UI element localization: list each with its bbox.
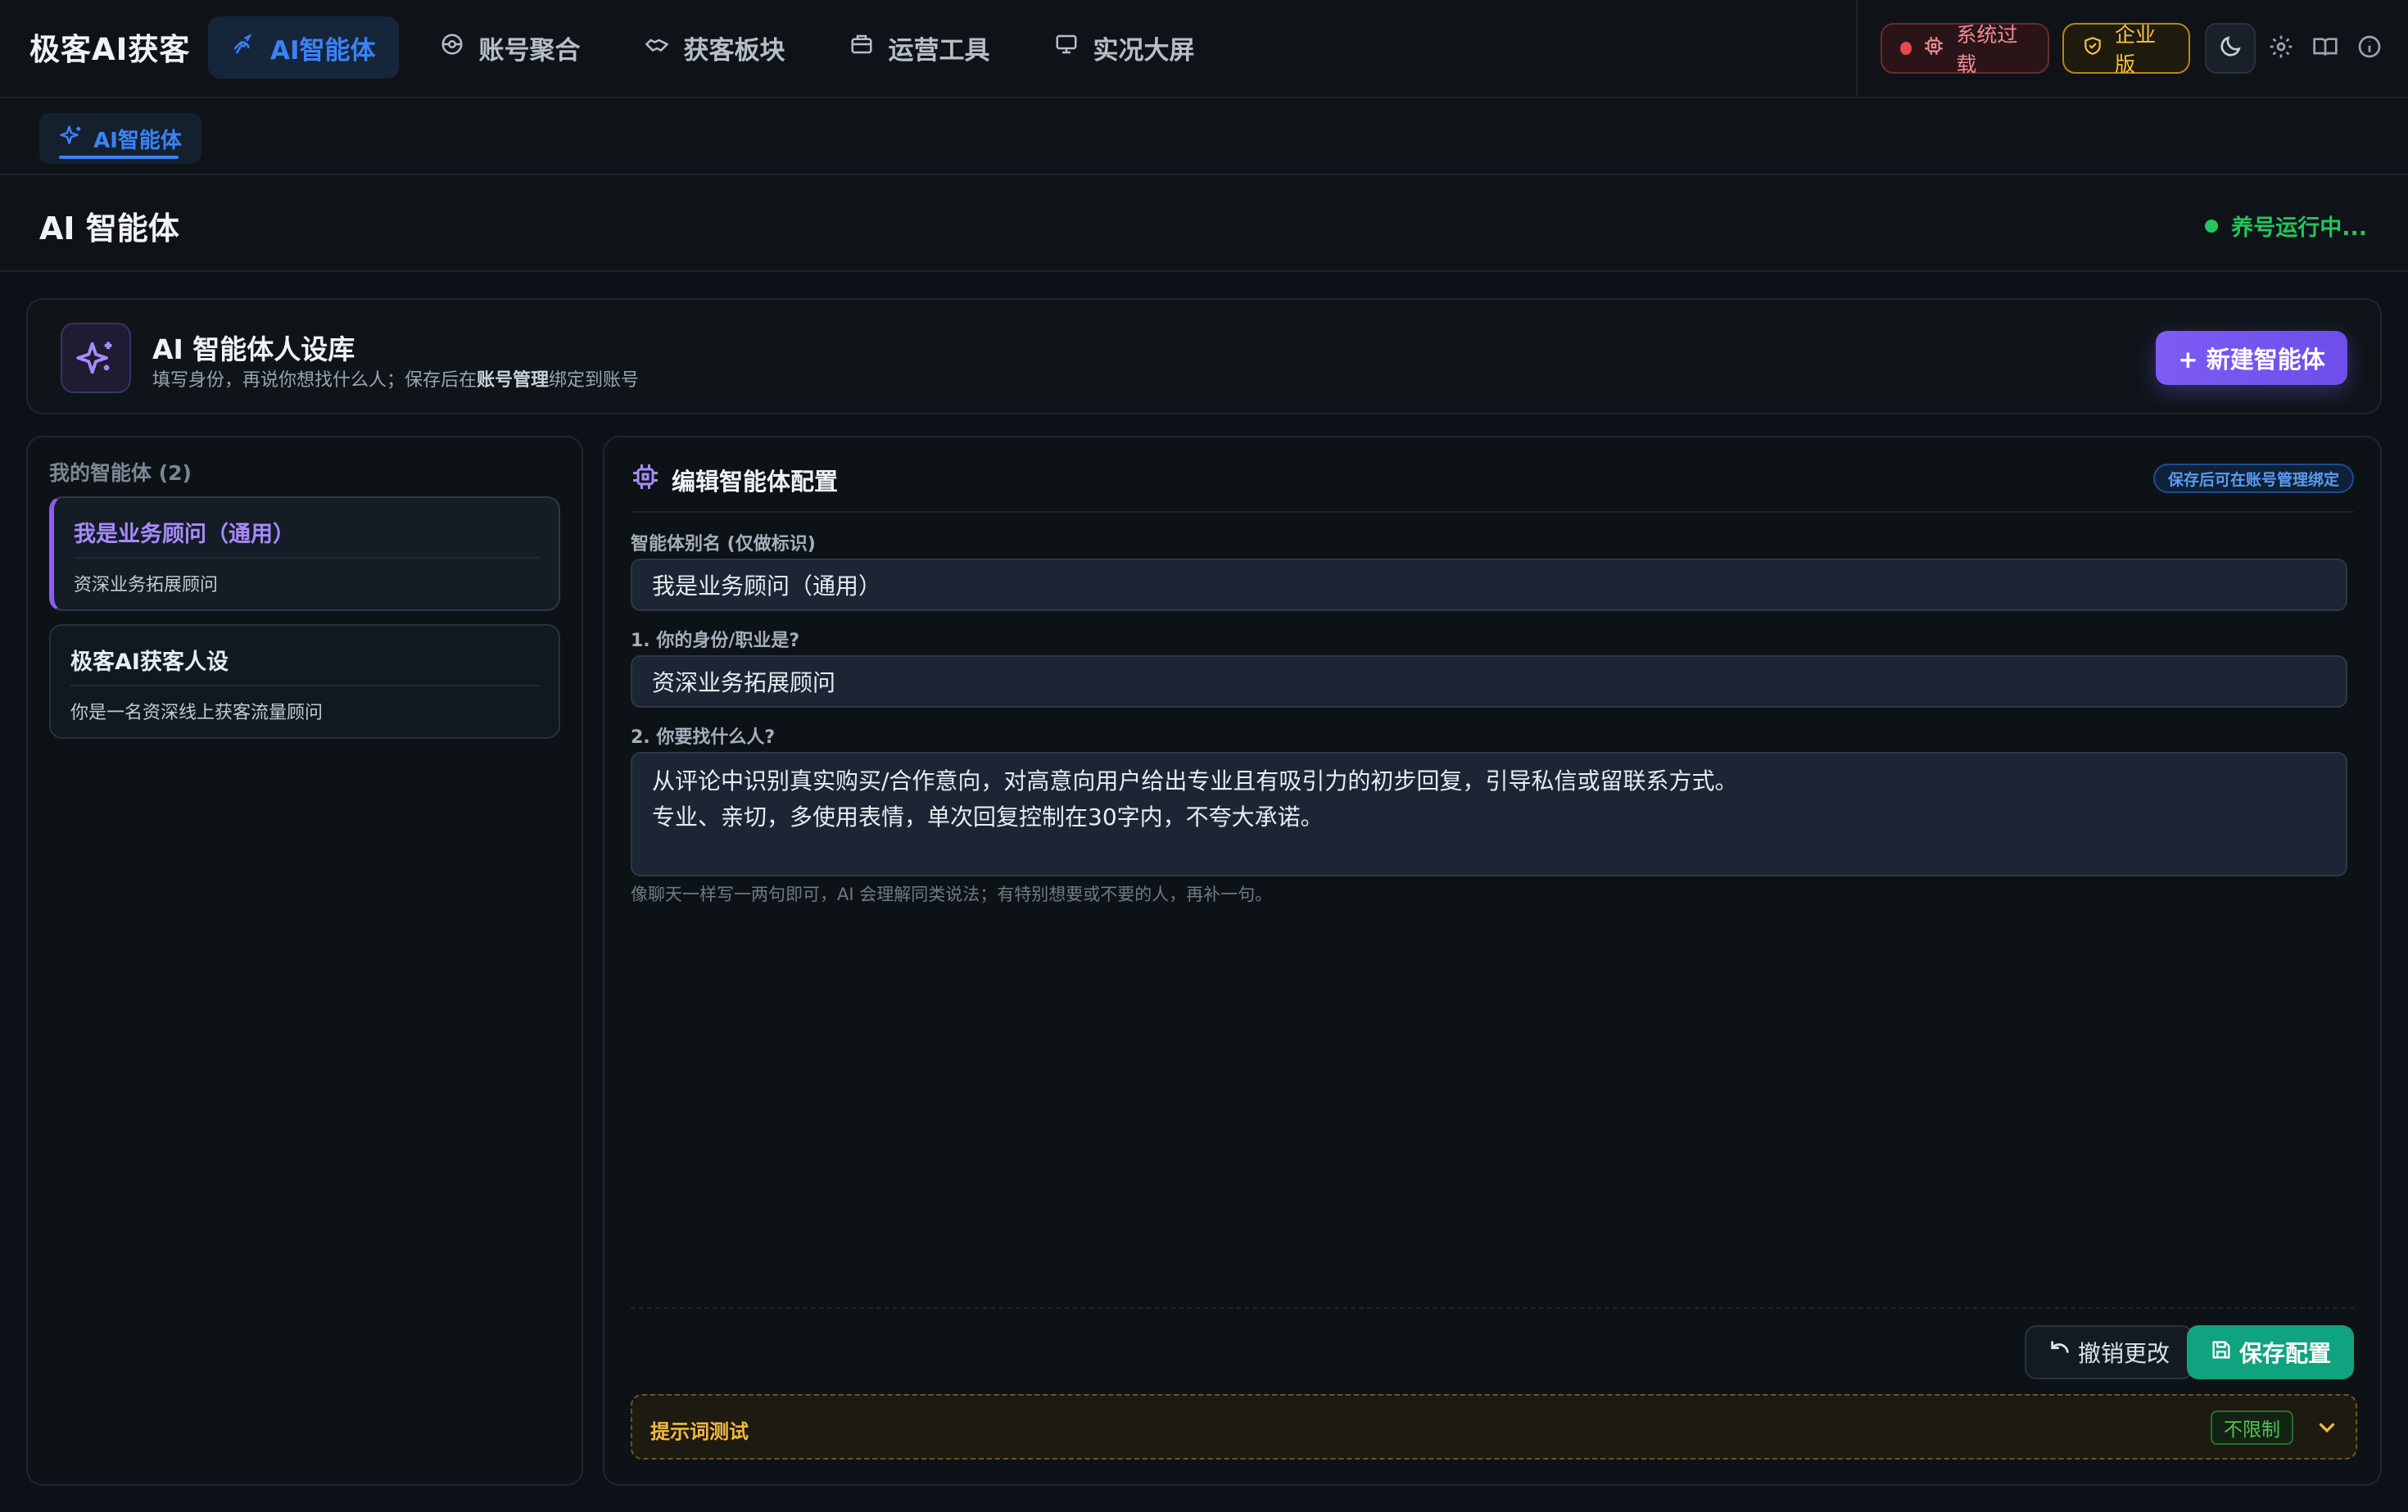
save-label: 保存配置 [2238, 1340, 2331, 1367]
nav-label: 实况大屏 [1093, 35, 1195, 66]
sub-tab-bar: AI智能体 [0, 100, 2408, 175]
agent-card[interactable]: 极客AI获客人设 你是一名资深线上获客流量顾问 [49, 624, 560, 739]
top-right-tools: 系统过载 企业版 [1881, 23, 2388, 76]
limit-tag: 不限制 [2211, 1410, 2293, 1445]
agent-name: 我是业务顾问（通用） [74, 522, 295, 547]
nav-label: 获客板块 [683, 35, 785, 66]
cpu-icon [631, 462, 660, 497]
target-hint: 像聊天一样写一两句即可，AI 会理解同类说法；有特别想要或不要的人，再补一句。 [631, 885, 1273, 904]
info-button[interactable] [2351, 29, 2388, 67]
top-nav-bar: 极客AI获客 AI智能体 账号聚合 获客板块 运营工具 实况大屏 系统过载 企业… [0, 0, 2408, 98]
app-brand: 极客AI获客 [29, 32, 191, 67]
agent-editor-panel: 编辑智能体配置 保存后可在账号管理绑定 智能体别名 (仅做标识) 我是业务顾问（… [603, 436, 2382, 1486]
divider [631, 511, 2354, 513]
identity-input[interactable]: 资深业务拓展顾问 [631, 655, 2347, 708]
divider [70, 685, 539, 686]
docs-button[interactable] [2306, 29, 2344, 67]
alias-input[interactable]: 我是业务顾问（通用） [631, 559, 2347, 611]
subtitle-text: 绑定到账号 [549, 370, 640, 391]
editor-title: 编辑智能体配置 [672, 467, 839, 496]
textarea-line: 专业、亲切，多使用表情，单次回复控制在30字内，不夸大承诺。 [652, 804, 1324, 831]
binding-hint-badge: 保存后可在账号管理绑定 [2152, 464, 2354, 493]
status-dot [1900, 42, 1912, 55]
monitor-icon [1054, 32, 1079, 63]
system-status-label: 系统过载 [1956, 23, 2018, 76]
undo-label: 撤销更改 [2077, 1340, 2170, 1367]
top-divider [1856, 0, 1858, 98]
tab-label: AI智能体 [93, 128, 182, 153]
divider [74, 557, 539, 559]
my-agents-panel: 我的智能体 (2) 我是业务顾问（通用） 资深业务拓展顾问 极客AI获客人设 你… [26, 436, 583, 1486]
prompt-test-title: 提示词测试 [650, 1420, 749, 1443]
alias-label: 智能体别名 (仅做标识) [631, 534, 816, 555]
library-title: AI 智能体人设库 [152, 333, 355, 365]
nav-label: 账号聚合 [478, 35, 581, 66]
undo-changes-button[interactable]: 撤销更改 [2025, 1325, 2193, 1379]
page-title: AI 智能体 [39, 211, 179, 247]
enterprise-edition-badge[interactable]: 企业版 [2062, 23, 2190, 76]
page-header: AI 智能体 养号运行中... [0, 177, 2408, 272]
settings-button[interactable] [2262, 29, 2300, 67]
account-management-link-text: 账号管理 [477, 370, 550, 391]
book-icon [2312, 34, 2338, 63]
nav-label: AI智能体 [270, 35, 376, 66]
textarea-line: 从评论中识别真实购买/合作意向，对高意向用户给出专业且有吸引力的初步回复，引导私… [652, 767, 1738, 794]
agent-library-banner: AI 智能体人设库 填写身份，再说你想找什么人；保存后在账号管理绑定到账号 + … [26, 298, 2382, 414]
nav-item-ai-agent[interactable]: AI智能体 [208, 16, 399, 79]
edition-label: 企业版 [2115, 23, 2157, 76]
theme-toggle-button[interactable] [2205, 23, 2256, 74]
library-subtitle: 填写身份，再说你想找什么人；保存后在账号管理绑定到账号 [152, 365, 639, 392]
status-dot [2205, 219, 2219, 233]
subtitle-text: 填写身份，再说你想找什么人；保存后在 [152, 370, 478, 391]
prompt-test-section[interactable]: 提示词测试 不限制 [631, 1394, 2357, 1460]
handshake-icon [645, 32, 669, 63]
agent-name: 极客AI获客人设 [70, 650, 229, 675]
divider [631, 1307, 2354, 1309]
nav-item-dashboard[interactable]: 实况大屏 [1031, 16, 1218, 79]
new-agent-button[interactable]: + 新建智能体 [2156, 331, 2347, 385]
satellite-icon [231, 32, 256, 63]
save-icon [2210, 1338, 2233, 1367]
editor-header: 编辑智能体配置 [631, 462, 838, 497]
cpu-icon [1923, 35, 1944, 61]
nav-item-operations[interactable]: 运营工具 [826, 16, 1013, 79]
agent-desc: 你是一名资深线上获客流量顾问 [70, 703, 324, 723]
agent-desc: 资深业务拓展顾问 [74, 575, 219, 595]
sparkle-icon [59, 124, 84, 154]
nav-item-acquisition[interactable]: 获客板块 [622, 16, 808, 79]
sparkles-icon [61, 323, 131, 393]
moon-icon [2217, 34, 2243, 63]
system-overload-badge[interactable]: 系统过载 [1881, 23, 2049, 76]
nav-item-accounts[interactable]: 账号聚合 [417, 16, 604, 79]
network-icon [440, 32, 464, 63]
agent-card[interactable]: 我是业务顾问（通用） 资深业务拓展顾问 [49, 496, 560, 611]
my-agents-header: 我的智能体 (2) [49, 461, 192, 485]
briefcase-icon [849, 32, 874, 63]
target-textarea[interactable]: 从评论中识别真实购买/合作意向，对高意向用户给出专业且有吸引力的初步回复，引导私… [631, 752, 2347, 876]
identity-label: 1. 你的身份/职业是? [631, 631, 800, 651]
running-status: 养号运行中... [2205, 210, 2367, 242]
info-icon [2356, 34, 2383, 63]
gear-icon [2268, 34, 2294, 63]
shield-check-icon [2082, 35, 2103, 61]
save-config-button[interactable]: 保存配置 [2187, 1325, 2354, 1379]
chevron-down-icon[interactable] [2315, 1415, 2339, 1440]
main-nav: AI智能体 账号聚合 获客板块 运营工具 实况大屏 [208, 16, 1218, 79]
undo-icon [2048, 1338, 2071, 1367]
nav-label: 运营工具 [888, 35, 990, 66]
target-label: 2. 你要找什么人? [631, 727, 776, 748]
status-text: 养号运行中... [2231, 215, 2367, 241]
tab-ai-agent[interactable]: AI智能体 [39, 113, 201, 164]
